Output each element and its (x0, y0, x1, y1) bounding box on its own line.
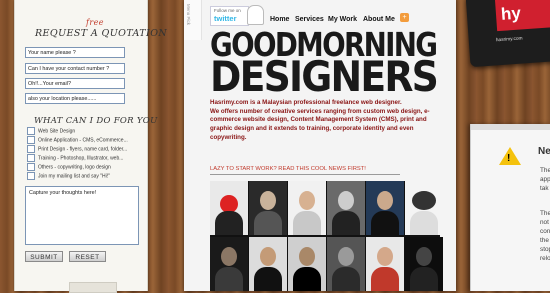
portrait-tile[interactable] (249, 181, 287, 235)
portrait-tile[interactable] (405, 237, 443, 291)
service-label: Print Design - flyers, name card, folder… (38, 146, 128, 153)
twitter-bird-icon (247, 5, 264, 25)
news-link[interactable]: LAZY TO START WORK? READ THIS COOL NEWS … (210, 166, 400, 175)
brand-logo: hy (494, 0, 550, 32)
dialog-text-line: app (540, 176, 550, 183)
intro-paragraph: Hasrimy.com is a Malaysian professional … (210, 99, 430, 141)
service-checkbox-web-design[interactable]: Web Site Design (27, 127, 150, 135)
dialog-text-line: not (540, 219, 549, 226)
name-field[interactable]: Your name please ? (25, 47, 125, 58)
form-title-free: free (86, 18, 104, 27)
checkbox[interactable] (27, 172, 35, 180)
twitter-logo-text: twitter (214, 14, 237, 23)
portrait-tile[interactable] (288, 237, 326, 291)
rss-icon[interactable]: + (400, 13, 409, 22)
checkbox[interactable] (27, 154, 35, 162)
brand-card: hy hasrimy.com (465, 0, 550, 68)
contact-number-field[interactable]: Can I have your contact number ? (25, 63, 125, 74)
dialog-text-line: relo (540, 255, 550, 262)
service-checkbox-print-design[interactable]: Print Design - flyers, name card, folder… (27, 145, 150, 153)
dialog-text-line: The (540, 210, 550, 217)
email-field[interactable]: Oh!!...Your email? (25, 78, 125, 89)
nav-about-me[interactable]: About Me (363, 16, 395, 23)
nav-home[interactable]: Home (270, 16, 289, 23)
dialog-text-line: tak (540, 185, 549, 192)
location-field[interactable]: also your location please...... (25, 93, 125, 104)
submit-button[interactable]: SUBMIT (25, 251, 63, 262)
dialog-text-line: stop (540, 246, 550, 253)
nav-my-work[interactable]: My Work (328, 16, 357, 23)
warning-icon-mark: ! (507, 153, 511, 164)
warning-dialog: ! Ne The app tak The not con the stop re… (470, 124, 550, 291)
portrait-tile[interactable] (405, 181, 443, 235)
dialog-titlebar (471, 124, 550, 130)
menu-hanger: Menu Pick (184, 0, 202, 40)
checkbox[interactable] (27, 127, 35, 135)
service-label: Online Application - CMS, eCommerce... (38, 137, 128, 144)
hero-line-2: DESIGNERS (210, 52, 439, 101)
form-title: free REQUEST A QUOTATION (35, 18, 168, 39)
service-label: Join my mailing list and say "Hi!" (38, 173, 110, 180)
service-label: Others - copywriting, logo design (38, 164, 111, 171)
dialog-text-line: the (540, 237, 549, 244)
service-label: Training - Photoshop, Illustrator, web..… (38, 155, 124, 162)
services-title: WHAT CAN I DO FOR YOU (34, 116, 158, 126)
dialog-text-line: The (540, 167, 550, 174)
portrait-tile[interactable] (366, 237, 404, 291)
nav-services[interactable]: Services (295, 16, 324, 23)
service-checkbox-online-app[interactable]: Online Application - CMS, eCommerce... (27, 136, 150, 144)
portrait-tile[interactable] (210, 237, 248, 291)
twitter-follow-badge[interactable]: Follow me on twitter (210, 6, 249, 26)
message-textarea[interactable]: Capture your thoughts here! (25, 186, 139, 245)
dialog-text-line: con (540, 228, 550, 235)
service-checkbox-training[interactable]: Training - Photoshop, Illustrator, web..… (27, 154, 150, 162)
portrait-grid (210, 181, 443, 291)
main-page: Menu Pick Follow me on twitter Home Serv… (184, 0, 456, 291)
brand-url: hasrimy.com (495, 36, 523, 44)
service-checkbox-mailing-list[interactable]: Join my mailing list and say "Hi!" (27, 172, 150, 180)
form-footer-tab (69, 282, 117, 293)
portrait-tile[interactable] (288, 181, 326, 235)
service-label: Web Site Design (38, 128, 76, 135)
portrait-tile[interactable] (366, 181, 404, 235)
twitter-follow-text: Follow me on (214, 8, 241, 13)
hanger-text: Menu Pick (186, 4, 191, 26)
checkbox[interactable] (27, 136, 35, 144)
portrait-tile[interactable] (249, 237, 287, 291)
reset-button[interactable]: RESET (69, 251, 106, 262)
service-checkbox-others[interactable]: Others - copywriting, logo design (27, 163, 150, 171)
form-title-text: REQUEST A QUOTATION (35, 28, 168, 39)
portrait-tile[interactable] (327, 237, 365, 291)
checkbox[interactable] (27, 145, 35, 153)
dialog-title: Ne (538, 146, 550, 157)
checkbox[interactable] (27, 163, 35, 171)
portrait-tile[interactable] (210, 181, 248, 235)
portrait-tile[interactable] (327, 181, 365, 235)
